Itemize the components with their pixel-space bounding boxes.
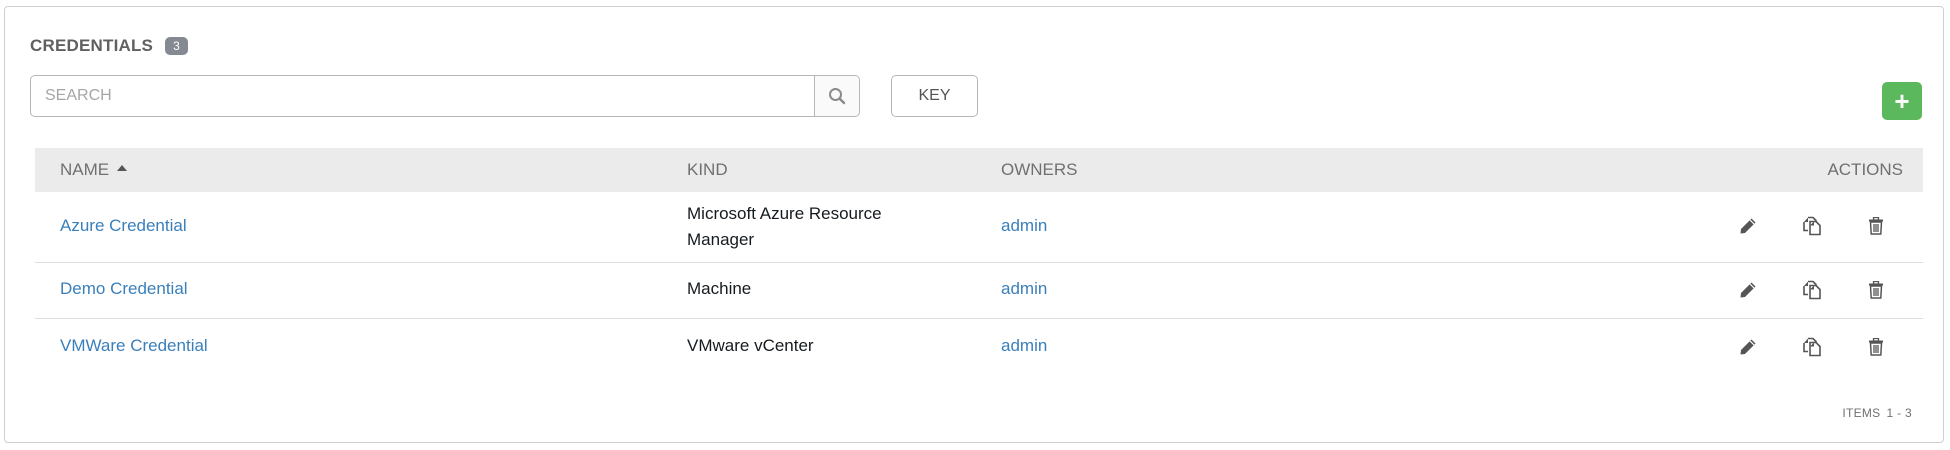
items-range: 1 - 3: [1886, 406, 1912, 420]
column-header-actions: ACTIONS: [1827, 160, 1903, 179]
owner-link[interactable]: admin: [1001, 279, 1047, 299]
edit-button[interactable]: [1735, 334, 1761, 360]
row-actions: [1735, 277, 1889, 303]
table-header: NAME KIND OWNERS ACTIONS: [35, 148, 1923, 192]
pagination-summary: ITEMS 1 - 3: [1842, 406, 1912, 420]
credential-name-link[interactable]: Azure Credential: [60, 216, 187, 236]
items-label: ITEMS: [1842, 406, 1881, 420]
row-actions: [1735, 334, 1889, 360]
search-box: [30, 75, 860, 117]
trash-icon: [1869, 281, 1883, 299]
copy-icon: [1803, 337, 1821, 357]
copy-icon: [1803, 216, 1821, 236]
owner-link[interactable]: admin: [1001, 216, 1047, 236]
edit-button[interactable]: [1735, 213, 1761, 239]
table-row: Demo Credential Machine admin: [35, 263, 1923, 319]
credential-kind: Microsoft Azure Resource Manager: [687, 204, 882, 249]
delete-button[interactable]: [1863, 277, 1889, 303]
credential-name-link[interactable]: VMWare Credential: [60, 336, 208, 356]
count-badge: 3: [165, 37, 188, 55]
credential-kind: VMware vCenter: [687, 336, 814, 355]
panel-header: CREDENTIALS 3: [30, 36, 188, 56]
copy-button[interactable]: [1799, 277, 1825, 303]
search-input[interactable]: [31, 76, 814, 116]
pencil-icon: [1740, 282, 1756, 298]
column-header-name[interactable]: NAME: [60, 160, 128, 180]
sort-ascending-icon: [117, 165, 128, 171]
edit-button[interactable]: [1735, 277, 1761, 303]
column-header-kind[interactable]: KIND: [687, 160, 728, 180]
search-icon: [829, 88, 846, 105]
delete-button[interactable]: [1863, 213, 1889, 239]
owner-link[interactable]: admin: [1001, 336, 1047, 356]
column-header-owners: OWNERS: [1001, 160, 1078, 179]
copy-button[interactable]: [1799, 334, 1825, 360]
trash-icon: [1869, 338, 1883, 356]
table-row: VMWare Credential VMware vCenter admin: [35, 319, 1923, 375]
pencil-icon: [1740, 218, 1756, 234]
search-button[interactable]: [814, 76, 859, 116]
pencil-icon: [1740, 339, 1756, 355]
delete-button[interactable]: [1863, 334, 1889, 360]
copy-icon: [1803, 280, 1821, 300]
key-button[interactable]: KEY: [891, 75, 978, 117]
copy-button[interactable]: [1799, 213, 1825, 239]
add-credential-button[interactable]: +: [1882, 82, 1922, 120]
trash-icon: [1869, 217, 1883, 235]
table-row: Azure Credential Microsoft Azure Resourc…: [35, 192, 1923, 263]
row-actions: [1735, 213, 1889, 239]
credential-name-link[interactable]: Demo Credential: [60, 279, 188, 299]
credentials-table: NAME KIND OWNERS ACTIONS Azure Credentia…: [35, 148, 1923, 375]
credentials-panel: CREDENTIALS 3 KEY + NAME KIND OWNERS ACT…: [4, 6, 1944, 443]
credential-kind: Machine: [687, 279, 752, 298]
page-title: CREDENTIALS: [30, 36, 154, 55]
column-header-name-label: NAME: [60, 160, 110, 179]
